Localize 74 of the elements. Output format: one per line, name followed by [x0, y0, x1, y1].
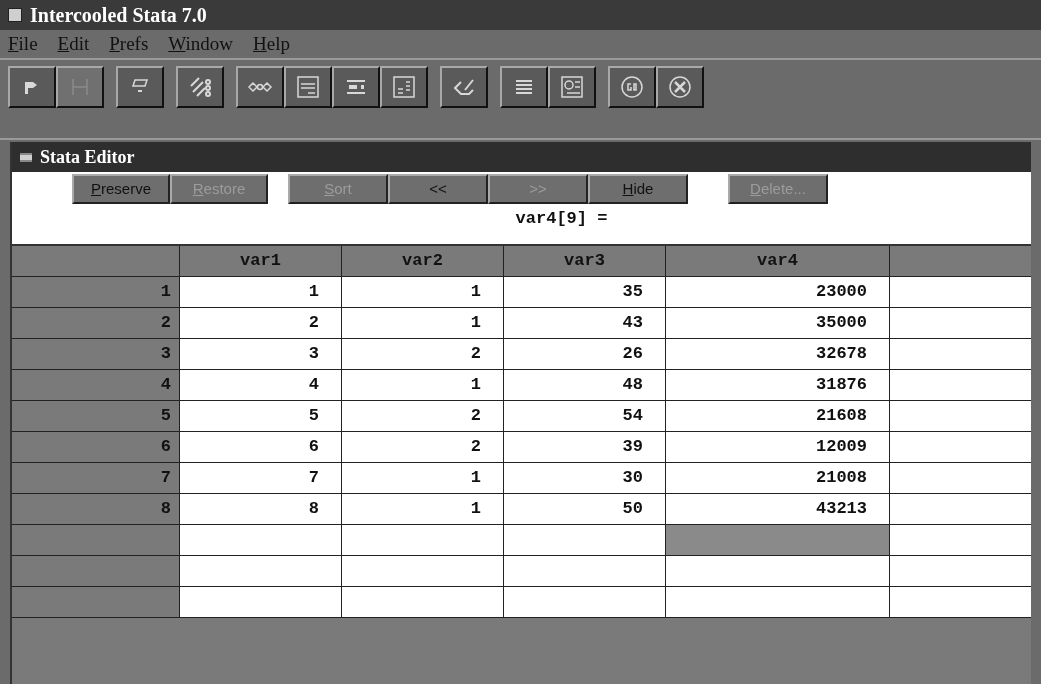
- table-cell[interactable]: 54: [504, 400, 666, 431]
- table-cell[interactable]: 2: [342, 400, 504, 431]
- document-icon: [559, 74, 585, 100]
- table-cell[interactable]: 21608: [666, 400, 890, 431]
- table-cell[interactable]: 39: [504, 431, 666, 462]
- table-cell[interactable]: [666, 586, 890, 617]
- toolbar-button[interactable]: [440, 66, 488, 108]
- toolbar-button[interactable]: [380, 66, 428, 108]
- table-cell[interactable]: 23000: [666, 276, 890, 307]
- table-cell[interactable]: 48: [504, 369, 666, 400]
- table-cell[interactable]: 1: [342, 307, 504, 338]
- menu-item[interactable]: File: [8, 29, 38, 59]
- app-icon: [8, 8, 22, 22]
- table-cell[interactable]: 31876: [666, 369, 890, 400]
- table-cell[interactable]: 26: [504, 338, 666, 369]
- table-cell[interactable]: 32678: [666, 338, 890, 369]
- table-cell[interactable]: 6: [180, 431, 342, 462]
- toolbar-button[interactable]: [116, 66, 164, 108]
- go-circle-icon: [619, 74, 645, 100]
- table-cell[interactable]: [504, 586, 666, 617]
- table-cell[interactable]: [342, 555, 504, 586]
- window-title: Intercooled Stata 7.0: [30, 3, 207, 28]
- table-cell[interactable]: [342, 586, 504, 617]
- table-cell[interactable]: [180, 524, 342, 555]
- table-cell[interactable]: 21008: [666, 462, 890, 493]
- menu-item[interactable]: Window: [168, 29, 233, 59]
- table-cell[interactable]: 1: [180, 276, 342, 307]
- table-cell[interactable]: [504, 524, 666, 555]
- cell-reference: var4[9] =: [515, 208, 608, 230]
- editor-title: Stata Editor: [40, 145, 135, 169]
- toolbar-button[interactable]: [656, 66, 704, 108]
- toolbar-button[interactable]: [608, 66, 656, 108]
- table-cell[interactable]: 5: [180, 400, 342, 431]
- table-cell[interactable]: 43: [504, 307, 666, 338]
- table-cell[interactable]: 1: [342, 369, 504, 400]
- table-cell[interactable]: 12009: [666, 431, 890, 462]
- table-cell[interactable]: 50: [504, 493, 666, 524]
- toolbar-button[interactable]: [8, 66, 56, 108]
- cancel-circle-icon: [667, 74, 693, 100]
- grid-dots-icon: [391, 74, 417, 100]
- table-cell[interactable]: 8: [180, 493, 342, 524]
- menu-item[interactable]: Prefs: [109, 29, 149, 59]
- table-cell[interactable]: [342, 524, 504, 555]
- table-cell[interactable]: 35000: [666, 307, 890, 338]
- table-cell[interactable]: 2: [342, 431, 504, 462]
- toolbar-button[interactable]: [236, 66, 284, 108]
- toolbar-button[interactable]: [332, 66, 380, 108]
- table-cell[interactable]: [504, 555, 666, 586]
- menu-item[interactable]: Help: [253, 29, 290, 59]
- table-cell[interactable]: 1: [342, 493, 504, 524]
- table-cell[interactable]: 1: [342, 276, 504, 307]
- table-cell[interactable]: 7: [180, 462, 342, 493]
- table-cell[interactable]: 2: [180, 307, 342, 338]
- menu-item[interactable]: Edit: [57, 29, 90, 59]
- window-menu-icon[interactable]: [20, 152, 32, 162]
- editor-button[interactable]: <<: [388, 174, 488, 204]
- toolbar-button[interactable]: [284, 66, 332, 108]
- table-cell[interactable]: 4: [180, 369, 342, 400]
- editor-button[interactable]: Preserve: [72, 174, 170, 204]
- table-cell[interactable]: [666, 524, 890, 555]
- editor-button[interactable]: Hide: [588, 174, 688, 204]
- table-cell[interactable]: 43213: [666, 493, 890, 524]
- table-cell[interactable]: 2: [342, 338, 504, 369]
- table-cell[interactable]: 30: [504, 462, 666, 493]
- table-cell[interactable]: 3: [180, 338, 342, 369]
- table-cell[interactable]: [666, 555, 890, 586]
- form-icon: [295, 74, 321, 100]
- toolbar-button[interactable]: [176, 66, 224, 108]
- table-cell[interactable]: [180, 586, 342, 617]
- toolbar-button[interactable]: [500, 66, 548, 108]
- table-cell[interactable]: 35: [504, 276, 666, 307]
- table-cell[interactable]: 1: [342, 462, 504, 493]
- table-cell[interactable]: [180, 555, 342, 586]
- toolbar-button[interactable]: [548, 66, 596, 108]
